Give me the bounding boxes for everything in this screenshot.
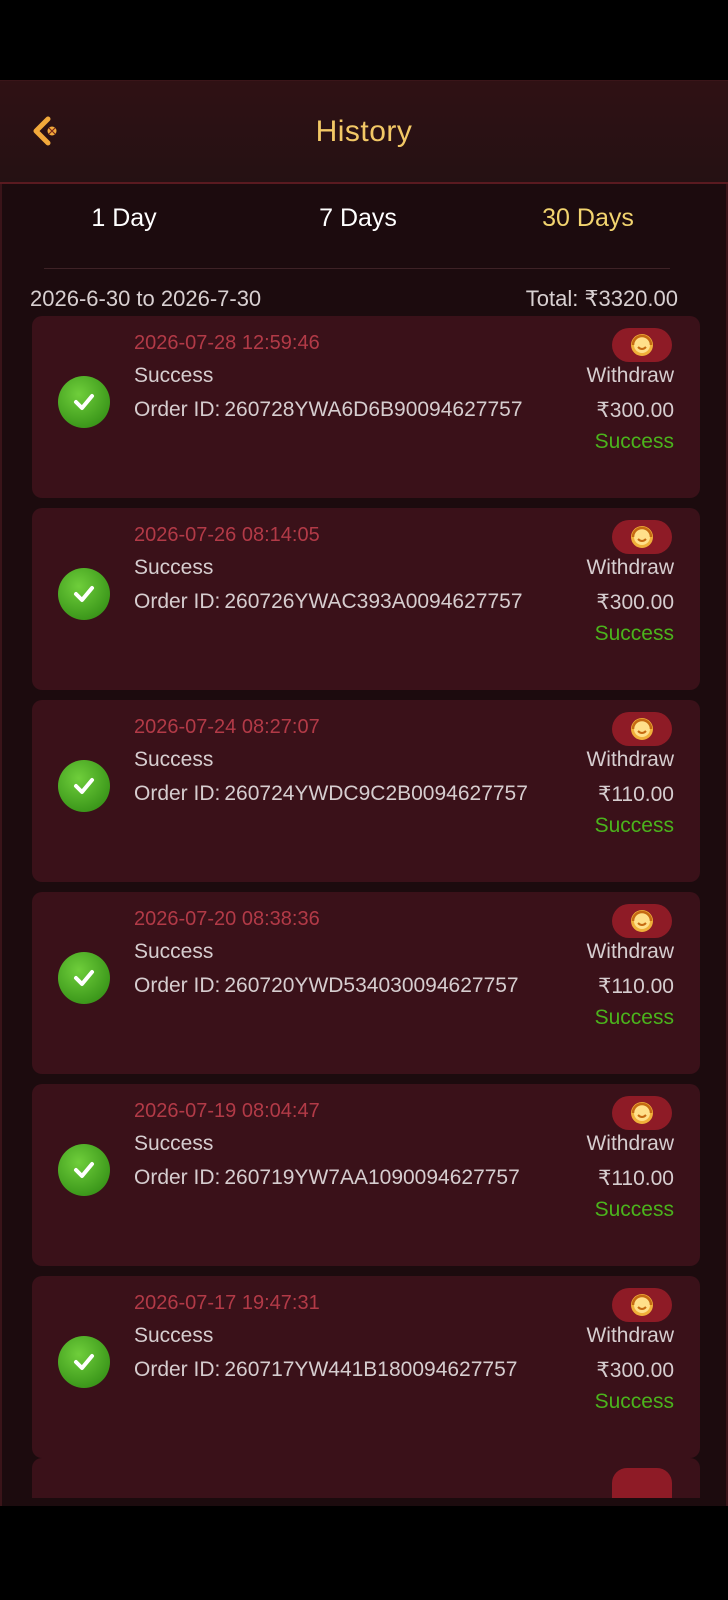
success-check-icon: [58, 760, 110, 812]
list-item-partial[interactable]: [32, 1458, 700, 1498]
record-order: Order ID: 260726YWAC393A0094627757: [134, 590, 523, 614]
record-amount: ₹110.00: [597, 783, 674, 806]
support-button[interactable]: [612, 328, 672, 362]
record-type: Withdraw: [586, 556, 674, 579]
record-order: Order ID: 260720YWD534030094627757: [134, 974, 519, 998]
record-status: Success: [134, 364, 214, 387]
header: History: [0, 80, 728, 184]
record-time: 2026-07-24 08:27:07: [134, 716, 320, 738]
record-amount: ₹300.00: [596, 591, 674, 614]
order-id: 260726YWAC393A0094627757: [224, 590, 523, 613]
customer-service-icon: [631, 1294, 653, 1316]
list-item[interactable]: 2026-07-20 08:38:36 Success Order ID: 260…: [32, 892, 700, 1074]
record-result: Success: [594, 1006, 674, 1029]
record-amount: ₹110.00: [597, 975, 674, 998]
tab-30-days[interactable]: 30 Days: [488, 204, 688, 233]
success-check-icon: [58, 1336, 110, 1388]
record-type: Withdraw: [586, 748, 674, 771]
customer-service-icon: [631, 1102, 653, 1124]
tab-7-days[interactable]: 7 Days: [258, 204, 458, 233]
support-button[interactable]: [612, 520, 672, 554]
order-label: Order ID:: [134, 398, 221, 421]
tab-1-day[interactable]: 1 Day: [24, 204, 224, 233]
record-time: 2026-07-19 08:04:47: [134, 1100, 320, 1122]
order-id: 260724YWDC9C2B0094627757: [224, 782, 528, 805]
support-button[interactable]: [612, 712, 672, 746]
history-content: 1 Day 7 Days 30 Days 2026-6-30 to 2026-7…: [0, 184, 728, 1506]
record-time: 2026-07-17 19:47:31: [134, 1292, 320, 1314]
record-time: 2026-07-20 08:38:36: [134, 908, 320, 930]
record-status: Success: [134, 1132, 214, 1155]
support-button[interactable]: [612, 1468, 672, 1498]
order-id: 260728YWA6D6B90094627757: [224, 398, 523, 421]
order-label: Order ID:: [134, 590, 221, 613]
record-result: Success: [594, 622, 674, 645]
record-amount: ₹300.00: [596, 399, 674, 422]
order-label: Order ID:: [134, 1166, 221, 1189]
success-check-icon: [58, 376, 110, 428]
record-status: Success: [134, 1324, 214, 1347]
list-item[interactable]: 2026-07-26 08:14:05 Success Order ID: 260…: [32, 508, 700, 690]
success-check-icon: [58, 568, 110, 620]
record-result: Success: [594, 430, 674, 453]
period-tabs: 1 Day 7 Days 30 Days: [2, 184, 726, 266]
record-type: Withdraw: [586, 1132, 674, 1155]
list-item[interactable]: 2026-07-17 19:47:31 Success Order ID: 260…: [32, 1276, 700, 1458]
order-label: Order ID:: [134, 1358, 221, 1381]
record-order: Order ID: 260717YW441B180094627757: [134, 1358, 517, 1382]
order-label: Order ID:: [134, 782, 221, 805]
customer-service-icon: [631, 910, 653, 932]
record-amount: ₹110.00: [597, 1167, 674, 1190]
support-button[interactable]: [612, 904, 672, 938]
record-result: Success: [594, 814, 674, 837]
record-result: Success: [594, 1198, 674, 1221]
record-type: Withdraw: [586, 364, 674, 387]
record-time: 2026-07-28 12:59:46: [134, 332, 320, 354]
status-bar: [0, 0, 728, 80]
record-result: Success: [594, 1390, 674, 1413]
order-label: Order ID:: [134, 974, 221, 997]
record-status: Success: [134, 556, 214, 579]
record-order: Order ID: 260719YW7AA1090094627757: [134, 1166, 520, 1190]
record-order: Order ID: 260724YWDC9C2B0094627757: [134, 782, 528, 806]
order-id: 260719YW7AA1090094627757: [224, 1166, 520, 1189]
support-button[interactable]: [612, 1096, 672, 1130]
record-time: 2026-07-26 08:14:05: [134, 524, 320, 546]
record-order: Order ID: 260728YWA6D6B90094627757: [134, 398, 523, 422]
customer-service-icon: [631, 718, 653, 740]
record-type: Withdraw: [586, 940, 674, 963]
support-button[interactable]: [612, 1288, 672, 1322]
page-title: History: [315, 115, 413, 148]
order-id: 260720YWD534030094627757: [224, 974, 519, 997]
total-amount: Total: ₹3320.00: [525, 286, 678, 311]
history-list: 2026-07-28 12:59:46 Success Order ID: 260…: [32, 316, 700, 1468]
divider: [44, 268, 670, 269]
success-check-icon: [58, 1144, 110, 1196]
customer-service-icon: [631, 334, 653, 356]
record-amount: ₹300.00: [596, 1359, 674, 1382]
customer-service-icon: [631, 526, 653, 548]
record-status: Success: [134, 940, 214, 963]
success-check-icon: [58, 952, 110, 1004]
list-item[interactable]: 2026-07-19 08:04:47 Success Order ID: 260…: [32, 1084, 700, 1266]
record-type: Withdraw: [586, 1324, 674, 1347]
date-range: 2026-6-30 to 2026-7-30: [30, 286, 262, 311]
navigation-bar: [0, 1506, 728, 1600]
order-id: 260717YW441B180094627757: [224, 1358, 518, 1381]
record-status: Success: [134, 748, 214, 771]
list-item[interactable]: 2026-07-28 12:59:46 Success Order ID: 260…: [32, 316, 700, 498]
list-item[interactable]: 2026-07-24 08:27:07 Success Order ID: 260…: [32, 700, 700, 882]
